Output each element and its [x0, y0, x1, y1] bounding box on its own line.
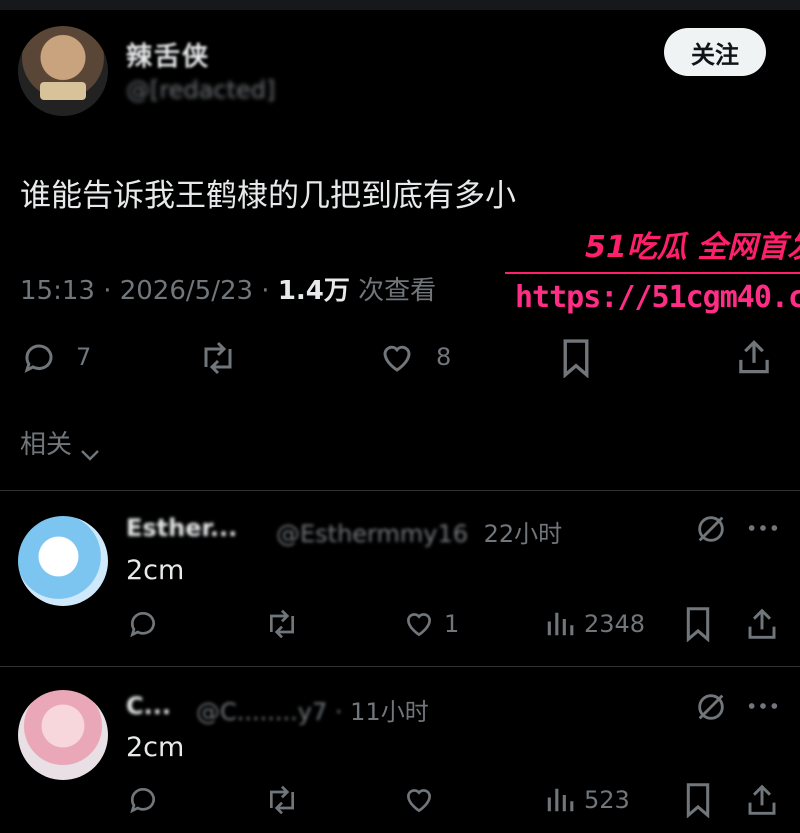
reply-avatar[interactable]: [18, 690, 108, 780]
reply-author-handle: @Esthermmy16 22小时: [276, 514, 562, 549]
heart-icon[interactable]: [378, 340, 416, 376]
reply-time: 11小时: [350, 698, 429, 726]
watermark-url: https://51cgm40.com: [515, 280, 800, 315]
views-icon[interactable]: [544, 784, 574, 816]
author-handle[interactable]: @[redacted]: [126, 76, 275, 104]
reply-avatar[interactable]: [18, 516, 108, 606]
retweet-icon[interactable]: [262, 608, 302, 640]
grok-icon[interactable]: [694, 690, 728, 724]
view-count-suffix: 次查看: [349, 276, 437, 306]
watermark-title: 51吃瓜 全网首发: [585, 230, 800, 265]
reply-icon[interactable]: [126, 608, 160, 640]
more-icon[interactable]: [746, 516, 780, 540]
share-icon[interactable]: [746, 606, 778, 642]
reply-text: 2cm: [126, 555, 185, 586]
views-icon[interactable]: [544, 608, 574, 640]
grok-icon[interactable]: [694, 512, 728, 546]
reply-like-count: 1: [444, 610, 460, 638]
reply-view-count: 2348: [584, 610, 646, 638]
reply-author-name[interactable]: Esther...: [126, 514, 237, 542]
follow-button[interactable]: 关注: [664, 28, 766, 76]
like-count: 8: [436, 343, 452, 371]
chevron-down-icon: [80, 439, 100, 461]
reply-icon[interactable]: [20, 340, 58, 376]
reply-count: 7: [76, 343, 92, 371]
reply-author-name[interactable]: C...: [126, 692, 171, 720]
reply-handle-text[interactable]: @C........y7 ·: [196, 698, 350, 726]
top-bar: [0, 0, 800, 10]
reply-text: 2cm: [126, 732, 185, 763]
heart-icon[interactable]: [402, 784, 436, 816]
share-icon[interactable]: [746, 782, 778, 818]
reply-author-handle: @C........y7 · 11小时: [196, 692, 429, 727]
author-name[interactable]: 辣舌侠: [126, 36, 210, 73]
watermark: 51吃瓜 全网首发 https://51cgm40.com: [505, 222, 800, 322]
bookmark-icon[interactable]: [684, 606, 712, 642]
divider: [0, 490, 800, 491]
more-icon[interactable]: [746, 694, 780, 718]
heart-icon[interactable]: [402, 608, 436, 640]
reply-time: 22小时: [483, 520, 563, 548]
view-count: 1.4万: [277, 276, 350, 306]
post-meta: 15:13 · 2026/5/23 · 1.4万 次查看: [20, 270, 436, 307]
post-timestamp: 15:13 · 2026/5/23 ·: [20, 276, 278, 306]
reply-view-count: 523: [584, 786, 630, 814]
bookmark-icon[interactable]: [560, 338, 592, 378]
share-icon[interactable]: [736, 338, 772, 376]
retweet-icon[interactable]: [262, 784, 302, 816]
reply-handle-text[interactable]: @Esthermmy16: [276, 520, 468, 548]
reply-icon[interactable]: [126, 784, 160, 816]
retweet-icon[interactable]: [196, 340, 240, 376]
related-section-label[interactable]: 相关: [20, 424, 100, 461]
author-avatar[interactable]: [18, 26, 108, 116]
divider: [0, 666, 800, 667]
watermark-line: [505, 272, 800, 274]
post-text: 谁能告诉我王鹤棣的几把到底有多小: [20, 178, 516, 214]
related-label: 相关: [20, 430, 73, 460]
bookmark-icon[interactable]: [684, 782, 712, 818]
